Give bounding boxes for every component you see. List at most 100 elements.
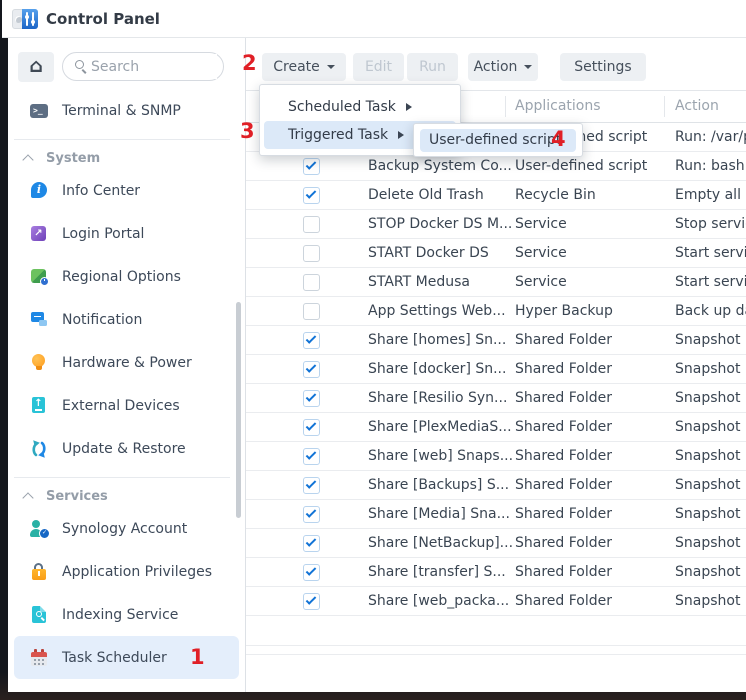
desktop-wallpaper: Control Panel ⌂ >_ Terminal & SNMP Syste… bbox=[0, 0, 746, 700]
sidebar-item-task-scheduler[interactable]: Task Scheduler bbox=[14, 636, 239, 679]
chevron-up-icon bbox=[22, 154, 33, 165]
sidebar-item-label: Login Portal bbox=[62, 226, 144, 242]
row-checkbox[interactable] bbox=[303, 158, 320, 175]
indexing-service-icon bbox=[28, 604, 50, 626]
table-row[interactable]: Share [NetBackup]... Shared Folder Snaps… bbox=[246, 529, 746, 558]
row-checkbox[interactable] bbox=[303, 593, 320, 610]
row-checkbox[interactable] bbox=[303, 477, 320, 494]
check-icon bbox=[306, 594, 317, 605]
sidebar-item-info-center[interactable]: i Info Center bbox=[14, 169, 239, 212]
table-row[interactable]: Share [Backups] S... Shared Folder Snaps… bbox=[246, 471, 746, 500]
table-row[interactable]: Delete Old Trash Recycle Bin Empty all R bbox=[246, 181, 746, 210]
check-icon bbox=[306, 188, 317, 199]
sidebar-item-update-restore[interactable]: Update & Restore bbox=[14, 427, 239, 470]
row-checkbox[interactable] bbox=[303, 390, 320, 407]
cell-task-name: Delete Old Trash bbox=[368, 187, 484, 203]
row-checkbox[interactable] bbox=[303, 303, 320, 320]
table-row[interactable]: Share [web_packa... Shared Folder Snapsh… bbox=[246, 587, 746, 616]
cell-task-name: Share [docker] Sn... bbox=[368, 361, 506, 377]
run-button[interactable]: Run bbox=[407, 53, 458, 81]
home-button[interactable]: ⌂ bbox=[18, 52, 54, 82]
row-checkbox[interactable] bbox=[303, 274, 320, 291]
window-title: Control Panel bbox=[46, 10, 160, 28]
sidebar-item-label: Synology Account bbox=[62, 521, 187, 537]
cell-application: Shared Folder bbox=[515, 361, 612, 377]
action-button[interactable]: Action bbox=[468, 53, 538, 81]
check-icon bbox=[306, 507, 317, 518]
row-checkbox[interactable] bbox=[303, 245, 320, 262]
sidebar-item-hardware-power[interactable]: Hardware & Power bbox=[14, 341, 239, 384]
check-icon bbox=[306, 478, 317, 489]
table-row[interactable]: Share [Media] Sna... Shared Folder Snaps… bbox=[246, 500, 746, 529]
window-body: ⌂ >_ Terminal & SNMP System i Info Cente… bbox=[8, 38, 746, 692]
task-table: Applications Action User-defined script … bbox=[246, 90, 746, 692]
table-row[interactable]: Share [web] Snaps... Shared Folder Snaps… bbox=[246, 442, 746, 471]
search-input[interactable] bbox=[91, 54, 217, 79]
sidebar-item-external-devices[interactable]: ↑ External Devices bbox=[14, 384, 239, 427]
window-titlebar: Control Panel bbox=[2, 0, 746, 38]
column-header-action[interactable]: Action bbox=[675, 98, 719, 114]
sidebar-divider-line bbox=[8, 132, 245, 147]
chevron-up-icon bbox=[22, 492, 33, 503]
table-row[interactable]: Share [homes] Sn... Shared Folder Snapsh… bbox=[246, 326, 746, 355]
cell-action: Snapshot bbox=[675, 535, 746, 551]
sidebar-item-indexing-service[interactable]: Indexing Service bbox=[14, 593, 239, 636]
edit-button[interactable]: Edit bbox=[353, 53, 404, 81]
cell-action: Run: /var/p bbox=[675, 129, 746, 145]
sidebar-item-label: Notification bbox=[62, 312, 142, 328]
sidebar-item-terminal-snmp[interactable]: >_ Terminal & SNMP bbox=[14, 89, 239, 132]
search-icon bbox=[75, 60, 84, 69]
cell-application: Shared Folder bbox=[515, 535, 612, 551]
check-icon bbox=[306, 565, 317, 576]
row-checkbox[interactable] bbox=[303, 535, 320, 552]
annotation-step-3: 3 bbox=[240, 121, 255, 142]
sidebar-item-application-privileges[interactable]: Application Privileges bbox=[14, 550, 239, 593]
login-portal-icon: ↗ bbox=[28, 223, 50, 245]
sidebar-item-label: Regional Options bbox=[62, 269, 181, 285]
row-checkbox[interactable] bbox=[303, 361, 320, 378]
sidebar: ⌂ >_ Terminal & SNMP System i Info Cente… bbox=[8, 38, 245, 692]
sidebar-item-login-portal[interactable]: ↗ Login Portal bbox=[14, 212, 239, 255]
table-row[interactable]: Share [transfer] S... Shared Folder Snap… bbox=[246, 558, 746, 587]
cell-action: Stop servic bbox=[675, 216, 746, 232]
cell-action: Start servic bbox=[675, 245, 746, 261]
sidebar-item-regional-options[interactable]: Regional Options bbox=[14, 255, 239, 298]
cell-action: Snapshot bbox=[675, 361, 746, 377]
table-row[interactable]: START Medusa Service Start servic bbox=[246, 268, 746, 297]
table-row[interactable]: STOP Docker DS M... Service Stop servic bbox=[246, 210, 746, 239]
cell-task-name: START Docker DS bbox=[368, 245, 489, 261]
row-checkbox[interactable] bbox=[303, 564, 320, 581]
cell-action: Snapshot bbox=[675, 332, 746, 348]
sidebar-divider-line bbox=[8, 470, 245, 485]
cell-action: Back up da bbox=[675, 303, 746, 319]
cell-action: Snapshot bbox=[675, 448, 746, 464]
cell-task-name: STOP Docker DS M... bbox=[368, 216, 512, 232]
table-row[interactable]: Share [PlexMediaS... Shared Folder Snaps… bbox=[246, 413, 746, 442]
settings-button[interactable]: Settings bbox=[560, 53, 646, 81]
row-checkbox[interactable] bbox=[303, 506, 320, 523]
table-row[interactable]: App Settings Web... Hyper Backup Back up… bbox=[246, 297, 746, 326]
row-checkbox[interactable] bbox=[303, 448, 320, 465]
table-row[interactable]: START Docker DS Service Start servic bbox=[246, 239, 746, 268]
cell-task-name: Backup System Co... bbox=[368, 158, 512, 174]
table-row[interactable]: Share [docker] Sn... Shared Folder Snaps… bbox=[246, 355, 746, 384]
sidebar-item-synology-account[interactable]: ✓ Synology Account bbox=[14, 507, 239, 550]
terminal-icon: >_ bbox=[28, 100, 50, 122]
cell-application: Shared Folder bbox=[515, 506, 612, 522]
row-checkbox[interactable] bbox=[303, 216, 320, 233]
task-scheduler-icon bbox=[28, 647, 50, 669]
cell-task-name: Share [Backups] S... bbox=[368, 477, 509, 493]
sidebar-scrollbar[interactable] bbox=[236, 302, 241, 518]
row-checkbox[interactable] bbox=[303, 187, 320, 204]
menu-item-scheduled-task[interactable]: Scheduled Task bbox=[264, 93, 456, 121]
table-row[interactable]: Share [Resilio Syn... Shared Folder Snap… bbox=[246, 384, 746, 413]
row-checkbox[interactable] bbox=[303, 332, 320, 349]
create-button[interactable]: Create bbox=[262, 53, 346, 81]
sidebar-section-label: Services bbox=[46, 489, 108, 504]
sidebar-section-services[interactable]: Services bbox=[8, 485, 245, 507]
row-checkbox[interactable] bbox=[303, 419, 320, 436]
annotation-step-2: 2 bbox=[242, 53, 257, 74]
sidebar-section-system[interactable]: System bbox=[8, 147, 245, 169]
sidebar-item-notification[interactable]: Notification bbox=[14, 298, 239, 341]
column-header-applications[interactable]: Applications bbox=[515, 98, 601, 114]
